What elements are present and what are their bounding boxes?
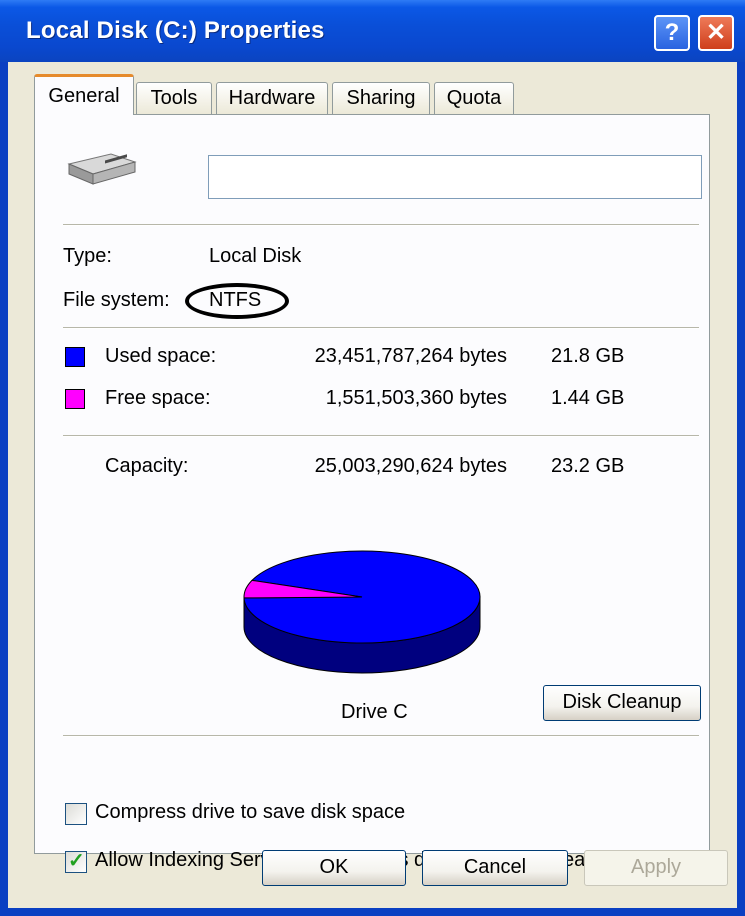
title-bar[interactable]: Local Disk (C:) Properties ? ✕: [0, 0, 745, 62]
help-button[interactable]: ?: [654, 15, 690, 51]
dialog-client-area: General Tools Hardware Sharing Quota Typ…: [8, 62, 737, 908]
properties-window: Local Disk (C:) Properties ? ✕ General T…: [0, 0, 745, 916]
tab-tools[interactable]: Tools: [136, 82, 212, 114]
used-space-label: Used space:: [105, 345, 217, 367]
type-value: Local Disk: [209, 245, 302, 267]
compress-label: Compress drive to save disk space: [95, 801, 406, 823]
general-tab-panel: Type: Local Disk File system: NTFS Used …: [34, 114, 710, 873]
free-space-label: Free space:: [105, 387, 211, 409]
disk-usage-pie-chart: [243, 550, 481, 674]
compress-checkbox[interactable]: [65, 803, 87, 825]
hard-drive-icon: [67, 153, 137, 185]
separator: [63, 224, 699, 226]
cancel-button[interactable]: Cancel: [422, 850, 568, 886]
separator: [63, 435, 699, 437]
tab-sharing[interactable]: Sharing: [332, 82, 430, 114]
file-system-value: NTFS: [209, 289, 262, 311]
free-space-gb: 1.44 GB: [551, 387, 625, 409]
tab-general[interactable]: General: [34, 74, 134, 115]
used-space-swatch: [65, 347, 85, 367]
capacity-label: Capacity:: [105, 455, 189, 477]
drive-caption: Drive C: [341, 701, 408, 723]
tab-quota[interactable]: Quota: [434, 82, 514, 114]
free-space-swatch: [65, 389, 85, 409]
used-space-gb: 21.8 GB: [551, 345, 625, 367]
capacity-bytes: 25,003,290,624 bytes: [314, 455, 507, 477]
free-space-bytes: 1,551,503,360 bytes: [325, 387, 507, 409]
checkmark-icon: ✓: [68, 850, 85, 872]
ok-button[interactable]: OK: [262, 850, 406, 886]
separator: [63, 327, 699, 329]
used-space-bytes: 23,451,787,264 bytes: [314, 345, 507, 367]
type-label: Type:: [63, 245, 112, 267]
close-button[interactable]: ✕: [698, 15, 734, 51]
tab-hardware[interactable]: Hardware: [216, 82, 328, 114]
capacity-gb: 23.2 GB: [551, 455, 625, 477]
file-system-label: File system:: [63, 289, 170, 311]
index-checkbox[interactable]: ✓: [65, 850, 87, 873]
window-title: Local Disk (C:) Properties: [26, 17, 325, 44]
volume-label-input[interactable]: [208, 155, 702, 199]
disk-cleanup-button[interactable]: Disk Cleanup: [543, 685, 701, 721]
apply-button[interactable]: Apply: [584, 850, 728, 886]
close-icon: ✕: [705, 19, 727, 46]
separator: [63, 735, 699, 737]
